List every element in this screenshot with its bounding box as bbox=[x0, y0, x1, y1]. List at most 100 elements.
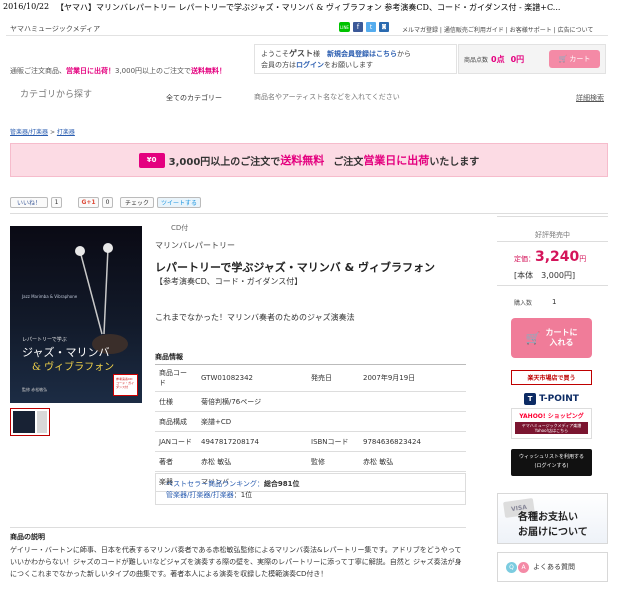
payment-info-banner[interactable]: VISA 各種お支払い お届けについて bbox=[497, 493, 608, 544]
payment-line1: 各種お支払い bbox=[518, 512, 578, 523]
cover-english-title: Jazz Marimba & Vibraphone bbox=[22, 294, 78, 299]
category-select[interactable]: 全てのカテゴリー bbox=[166, 93, 222, 103]
ranking-category-link[interactable]: 管楽器/打楽器/打楽器 bbox=[166, 491, 234, 499]
faq-banner[interactable]: Q A よくある質問 bbox=[497, 552, 608, 582]
quantity-label: 購入数 bbox=[514, 300, 533, 307]
ranking-category: 管楽器/打楽器/打楽器：1位 bbox=[166, 491, 253, 499]
spec-value bbox=[359, 391, 466, 412]
rss-icon[interactable]: ◙ bbox=[379, 22, 389, 32]
spec-label: 商品構成 bbox=[155, 411, 197, 432]
product-subtitle: 【参考演奏CD、コード・ガイダンス付】 bbox=[155, 277, 303, 286]
spec-value: 9784636823424 bbox=[359, 431, 466, 452]
check-button[interactable]: チェック bbox=[120, 197, 154, 208]
spec-label: ISBNコード bbox=[307, 431, 359, 452]
breadcrumb-item[interactable]: 打楽器 bbox=[57, 129, 75, 136]
product-title: レパートリーで学ぶジャズ・マリンバ & ヴィブラフォン bbox=[155, 261, 436, 274]
spec-label: 著者 bbox=[155, 451, 197, 472]
product-info-heading: 商品情報 bbox=[155, 353, 183, 361]
top-link-guide[interactable]: 通信販売ご利用ガイド bbox=[444, 27, 504, 34]
cover-series: レパートリーで学ぶ bbox=[22, 337, 67, 343]
wishlist-button[interactable]: ウィッシュリストを利用する (ログインする) bbox=[511, 449, 592, 476]
price-value: 3,240 bbox=[535, 249, 580, 265]
share-divider bbox=[10, 213, 608, 214]
brand-name[interactable]: ヤマハミュージックメディア bbox=[10, 24, 100, 34]
breadcrumb-item[interactable]: 管楽器/打楽器 bbox=[10, 129, 48, 136]
spec-label bbox=[307, 391, 359, 412]
twitter-icon[interactable]: t bbox=[366, 22, 376, 32]
print-date: 2016/10/22 bbox=[3, 2, 50, 11]
cover-title-line2: & ヴィブラフォン bbox=[32, 362, 115, 373]
shipping-banner: ¥0 3,000円以上のご注文で 送料無料 ご注文 営業日に出荷 いたします bbox=[10, 143, 608, 177]
gplus-button[interactable]: G+1 bbox=[78, 197, 99, 208]
spec-value: 楽譜+CD bbox=[197, 411, 307, 432]
product-series: マリンバレパートリー bbox=[155, 241, 235, 250]
register-link[interactable]: 新規会員登録はこちら bbox=[327, 50, 397, 58]
top-link-mailmag[interactable]: メルマガ登録 bbox=[402, 27, 438, 34]
faq-icon: Q A bbox=[506, 561, 529, 573]
base-price: [本体 3,000円] bbox=[514, 271, 576, 280]
cover-author: 監修 赤松敏弘 bbox=[22, 387, 48, 392]
spec-value: 菊倍判横/76ページ bbox=[197, 391, 307, 412]
ranking-overall: ベストセラー商品ランキング：総合981位 bbox=[166, 480, 300, 488]
cart-button[interactable]: 🛒 カート bbox=[549, 50, 600, 68]
like-count: 1 bbox=[51, 197, 62, 208]
top-link-ads[interactable]: 広告について bbox=[558, 27, 594, 34]
spec-label: 商品コード bbox=[155, 365, 197, 392]
spec-row: 仕様 菊倍判横/76ページ bbox=[155, 391, 466, 412]
print-doc-title: 【ヤマハ】マリンバレパートリー レパートリーで学ぶジャズ・マリンバ & ヴィブラ… bbox=[56, 3, 561, 12]
advanced-search-link[interactable]: 詳細検索 bbox=[576, 93, 604, 103]
welcome-line: ようこそゲスト様 新規会員登録はこちらから bbox=[261, 49, 411, 58]
tweet-button[interactable]: ツイートする bbox=[157, 197, 201, 208]
cart-icon: 🛒 bbox=[525, 331, 541, 345]
welcome-box: ようこそゲスト様 新規会員登録はこちらから 会員の方はログインをお願いします bbox=[254, 44, 457, 74]
category-title: カテゴリから探す bbox=[20, 90, 93, 100]
yahoo-shopping-button[interactable]: YAHOO! ショッピング ヤマハミュージックメディア楽譜 Yahoo!店はこち… bbox=[511, 408, 592, 439]
share-row: いいね！ 1 G+1 0 チェック ツイートする bbox=[10, 197, 201, 208]
facebook-icon[interactable]: f bbox=[353, 22, 363, 32]
product-cover-image[interactable]: Jazz Marimba & Vibraphone レパートリーで学ぶ ジャズ・… bbox=[10, 226, 142, 403]
spec-value bbox=[359, 411, 466, 432]
spec-value: 赤松 敏弘 bbox=[359, 451, 466, 472]
cart-items-value: 0点 bbox=[491, 54, 505, 64]
spec-row: 商品コード GTW01082342 発売日 2007年9月19日 bbox=[155, 365, 466, 392]
availability-status: 好評発売中 bbox=[535, 231, 570, 239]
buy-top-rule bbox=[497, 216, 608, 217]
spec-label: 仕様 bbox=[155, 391, 197, 412]
rakuten-button[interactable]: 楽天市場店で買う bbox=[511, 370, 592, 385]
cart-total-value: 0円 bbox=[510, 54, 525, 64]
spec-label bbox=[307, 411, 359, 432]
product-catch: これまでなかった！マリンバ奏者のためのジャズ演奏法 bbox=[155, 313, 355, 322]
quantity-input[interactable]: 1 bbox=[552, 298, 556, 306]
spec-label: 監修 bbox=[307, 451, 359, 472]
cart-icon: 🛒 bbox=[558, 55, 568, 63]
spec-row: JANコード 4947817208174 ISBNコード 9784636823424 bbox=[155, 431, 466, 452]
product-thumbnail[interactable] bbox=[10, 408, 50, 436]
gplus-count: 0 bbox=[102, 197, 113, 208]
spec-row: 著者 赤松 敏弘 監修 赤松 敏弘 bbox=[155, 451, 466, 472]
description-heading: 商品の説明 bbox=[10, 533, 45, 541]
header-divider bbox=[6, 35, 608, 36]
tpoint-logo: T T-POINT bbox=[511, 392, 592, 406]
line-icon[interactable]: LINE bbox=[339, 22, 350, 32]
ranking-box: ベストセラー商品ランキング：総合981位 管楽器/打楽器/打楽器：1位 bbox=[155, 473, 466, 505]
top-links: メルマガ登録 | 通信販売ご利用ガイド | お客様サポート | 広告について bbox=[402, 27, 594, 34]
cart-summary: 商品点数 0点 0円 🛒 カート bbox=[458, 44, 606, 74]
login-link[interactable]: ログイン bbox=[296, 61, 324, 69]
add-to-cart-button[interactable]: 🛒 カートに 入れる bbox=[511, 318, 592, 358]
cart-items-label: 商品点数 bbox=[464, 56, 489, 64]
spec-value: GTW01082342 bbox=[197, 365, 307, 392]
social-icons: LINE f t ◙ bbox=[339, 22, 389, 32]
spec-label: JANコード bbox=[155, 431, 197, 452]
buy-status-rule bbox=[497, 241, 608, 242]
search-input[interactable]: 商品名やアーティスト名などを入れてください bbox=[254, 92, 400, 102]
spec-label: 発売日 bbox=[307, 365, 359, 392]
like-button[interactable]: いいね！ bbox=[10, 197, 48, 208]
breadcrumb: 管楽器/打楽器 > 打楽器 bbox=[10, 129, 75, 136]
buy-price-rule bbox=[497, 285, 608, 286]
spec-value: 2007年9月19日 bbox=[359, 365, 466, 392]
spec-row: 商品構成 楽譜+CD bbox=[155, 411, 466, 432]
truck-icon: ¥0 bbox=[138, 152, 165, 168]
spec-value: 赤松 敏弘 bbox=[197, 451, 307, 472]
top-link-support[interactable]: お客様サポート bbox=[510, 27, 552, 34]
price-row: 定価：3,240円 bbox=[514, 249, 587, 265]
